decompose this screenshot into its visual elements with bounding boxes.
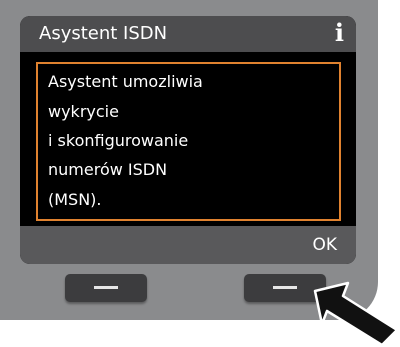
arrow-pointer-icon [313,281,399,347]
